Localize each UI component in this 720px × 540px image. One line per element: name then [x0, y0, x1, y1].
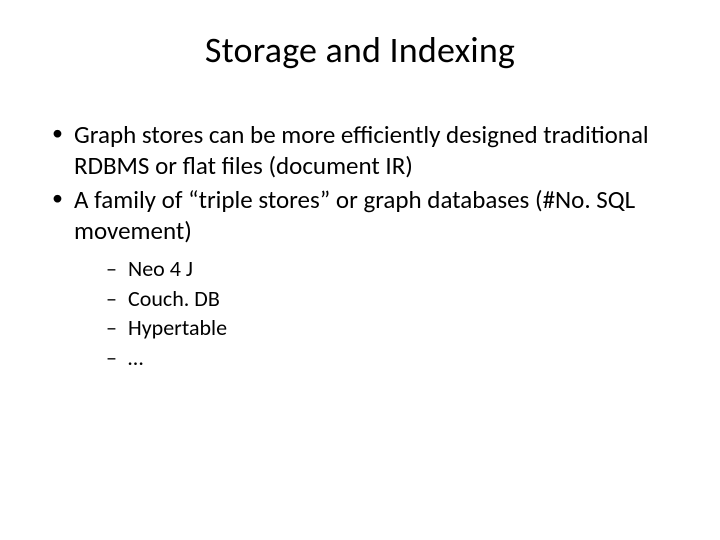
slide: Storage and Indexing Graph stores can be… — [0, 0, 720, 540]
bullet-item: A family of “triple stores” or graph dat… — [48, 185, 680, 373]
sub-bullet-item: … — [74, 343, 680, 373]
slide-content: Graph stores can be more efficiently des… — [40, 120, 680, 373]
slide-title: Storage and Indexing — [40, 28, 680, 72]
bullet-item: Graph stores can be more efficiently des… — [48, 120, 680, 181]
main-bullet-list: Graph stores can be more efficiently des… — [48, 120, 680, 373]
sub-bullet-item: Hypertable — [74, 313, 680, 343]
sub-bullet-item: Couch. DB — [74, 284, 680, 314]
sub-bullet-list: Neo 4 J Couch. DB Hypertable … — [74, 254, 680, 373]
bullet-text: A family of “triple stores” or graph dat… — [74, 184, 635, 246]
sub-bullet-item: Neo 4 J — [74, 254, 680, 284]
